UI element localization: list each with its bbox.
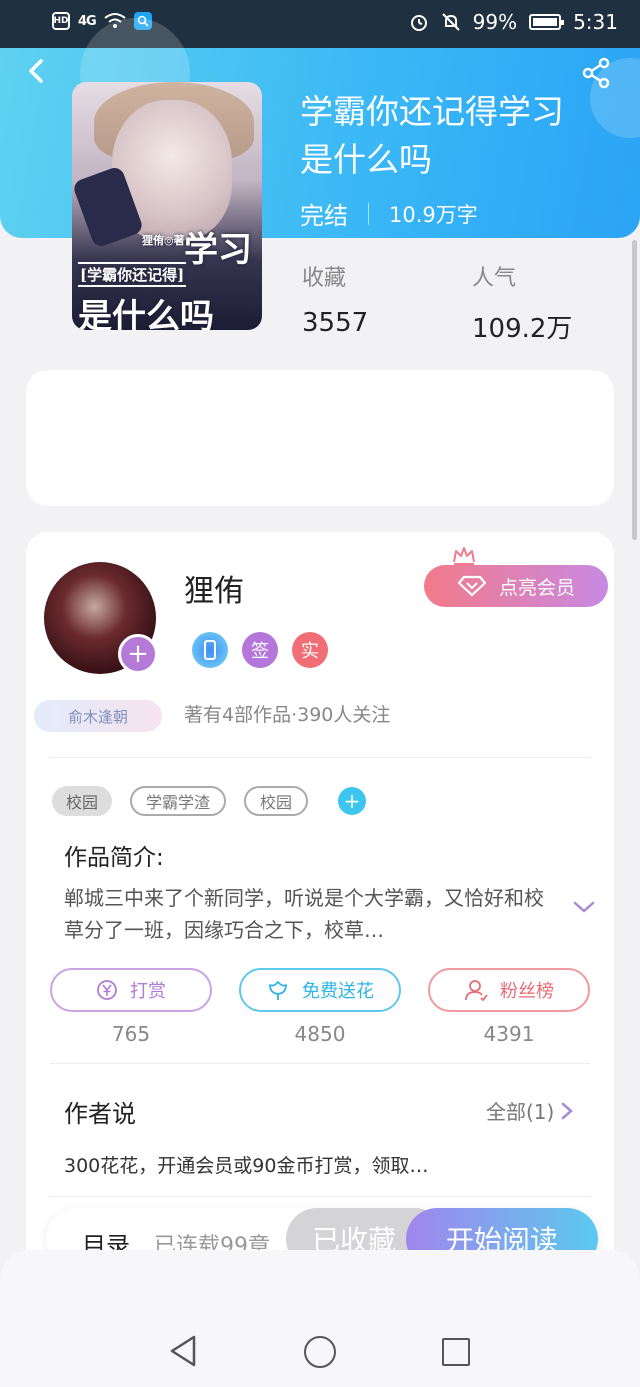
tip-label: 打赏: [130, 981, 166, 1002]
tag-item[interactable]: 校园: [244, 786, 309, 816]
share-button[interactable]: [580, 56, 614, 90]
scrollbar[interactable]: [632, 240, 637, 540]
all-label: 全部(1): [486, 1100, 555, 1124]
popularity-stat: 人气 109.2万: [472, 260, 572, 345]
phone-icon: [192, 632, 228, 668]
tip-count: 765: [111, 1022, 151, 1046]
divider: [50, 1196, 590, 1197]
action-row: 打赏 765 免费送花 4850 粉丝榜 4391: [50, 968, 590, 1046]
flower-action: 免费送花 4850: [239, 968, 401, 1046]
flower-icon: [269, 981, 287, 1000]
flower-count: 4850: [294, 1022, 346, 1046]
popularity-label: 人气: [472, 266, 517, 291]
favorites-value: 3557: [302, 308, 369, 338]
status-right: 99% 5:31: [409, 10, 618, 34]
favorites-stat: 收藏 3557: [302, 260, 368, 338]
hd-icon: HD: [52, 12, 70, 30]
tag-list: 校园 学霸学渣 校园 +: [52, 786, 367, 816]
nav-recent-icon[interactable]: [442, 1338, 470, 1366]
book-cover[interactable]: 狸侑◎著 [学霸你还记得] 是什么吗 学习: [72, 82, 262, 330]
chevron-down-icon[interactable]: [572, 898, 596, 916]
clock: 5:31: [573, 10, 618, 34]
fans-icon: [465, 980, 488, 1002]
book-meta: 完结 10.9万字: [300, 196, 478, 231]
fan-nameplate: 俞木逢朝: [34, 700, 162, 732]
cover-title-line2: 是什么吗: [78, 297, 214, 330]
author-says-all-link[interactable]: 全部(1): [486, 1096, 574, 1125]
cover-subtitle: [学霸你还记得]: [78, 262, 187, 287]
chevron-right-icon: [562, 1102, 574, 1119]
add-tag-button[interactable]: +: [338, 787, 367, 815]
meta-divider: [368, 202, 369, 225]
book-title: 学霸你还记得学习是什么吗: [300, 92, 564, 179]
tip-button[interactable]: 打赏: [50, 968, 212, 1012]
battery-icon: [529, 14, 565, 30]
fans-label: 粉丝榜: [500, 981, 554, 1002]
vip-button[interactable]: 点亮会员: [424, 565, 608, 607]
author-name[interactable]: 狸侑: [184, 566, 244, 610]
word-count: 10.9万字: [389, 202, 478, 227]
author-says-title: 作者说: [64, 1100, 136, 1128]
popularity-value: 109.2万: [472, 314, 573, 344]
diamond-icon: [457, 575, 487, 597]
cover-title-line1: 学习: [184, 230, 252, 270]
intro-text: 郸城三中来了个新同学，听说是个大学霸，又恰好和校草分了一班，因缘巧合之下，校草…: [64, 886, 544, 942]
sign-badge: 签: [242, 632, 278, 668]
divider: [50, 1063, 590, 1064]
author-says-text[interactable]: 300花花，开通会员或90金币打赏，领取…: [64, 1151, 428, 1178]
battery-percent: 99%: [472, 10, 518, 34]
intro-title: 作品简介:: [64, 845, 164, 871]
empty-card: [26, 370, 614, 506]
vip-label: 点亮会员: [498, 576, 575, 599]
real-badge: 实: [292, 632, 328, 668]
flower-label: 免费送花: [302, 981, 374, 1002]
divider: [50, 757, 590, 758]
author-badges: 签 实: [192, 632, 328, 668]
fans-count: 4391: [483, 1022, 535, 1046]
alarm-icon: [410, 15, 427, 31]
free-flower-button[interactable]: 免费送花: [239, 968, 401, 1012]
favorites-label: 收藏: [302, 266, 347, 291]
back-button[interactable]: [22, 56, 52, 86]
tag-item[interactable]: 学霸学渣: [130, 786, 227, 816]
tag-item[interactable]: 校园: [52, 786, 113, 816]
yen-icon: [97, 980, 117, 1000]
follow-author-button[interactable]: +: [118, 634, 158, 674]
crown-icon: [453, 547, 475, 565]
fans-rank-button[interactable]: 粉丝榜: [428, 968, 590, 1012]
mute-icon: [441, 13, 460, 31]
author-summary: 著有4部作品·390人关注: [184, 704, 391, 726]
fans-action: 粉丝榜 4391: [428, 968, 590, 1046]
nav-home-icon[interactable]: [304, 1336, 336, 1368]
book-status: 完结: [300, 202, 348, 230]
signal-icon: 4G: [78, 13, 97, 29]
tip-action: 打赏 765: [50, 968, 212, 1046]
nav-back-icon[interactable]: [168, 1334, 198, 1368]
